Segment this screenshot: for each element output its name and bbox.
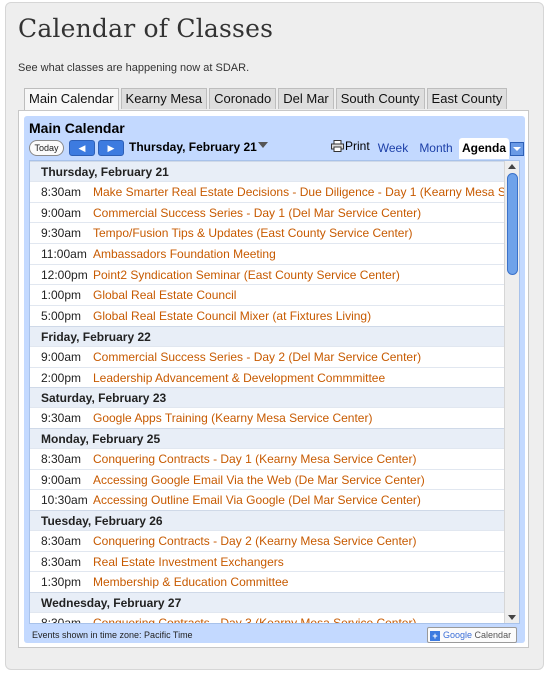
view-tab-month[interactable]: Month bbox=[416, 138, 456, 159]
event-time: 9:30am bbox=[41, 226, 82, 241]
timezone-note: Events shown in time zone: Pacific Time bbox=[32, 630, 193, 640]
event-time: 8:30am bbox=[41, 616, 82, 624]
event-title-link[interactable]: Conquering Contracts - Day 1 (Kearny Mes… bbox=[93, 449, 416, 469]
event-row[interactable]: 9:00am Commercial Success Series - Day 1 … bbox=[30, 201, 519, 223]
printer-icon bbox=[331, 140, 344, 152]
agenda-list[interactable]: Thursday, February 21 8:30am Make Smarter … bbox=[29, 160, 520, 624]
tab-del-mar[interactable]: Del Mar bbox=[278, 88, 334, 109]
event-title-link[interactable]: Commercial Success Series - Day 1 (Del M… bbox=[93, 203, 421, 223]
next-button[interactable]: ▶ bbox=[98, 140, 124, 156]
event-title-link[interactable]: Leadership Advancement & Development Com… bbox=[93, 368, 385, 388]
event-row[interactable]: 8:30am Make Smarter Real Estate Decisions… bbox=[30, 181, 519, 202]
view-tab-agenda[interactable]: Agenda bbox=[459, 138, 509, 159]
event-row[interactable]: 2:00pm Leadership Advancement & Developme… bbox=[30, 366, 519, 388]
print-button[interactable]: Print bbox=[331, 139, 370, 153]
tab-south-county[interactable]: South County bbox=[335, 88, 425, 109]
agenda-content: Thursday, February 21 8:30am Make Smarter … bbox=[30, 161, 519, 624]
day-header: Thursday, February 21 bbox=[30, 161, 519, 181]
event-row[interactable]: 8:30am Conquering Contracts - Day 3 (Kear… bbox=[30, 612, 519, 624]
current-date: Thursday, February 21 bbox=[129, 140, 257, 154]
event-time: 9:00am bbox=[41, 472, 82, 487]
scroll-thumb[interactable] bbox=[507, 173, 518, 275]
event-row[interactable]: 1:00pm Global Real Estate Council bbox=[30, 284, 519, 305]
event-title-link[interactable]: Point2 Syndication Seminar (East County … bbox=[93, 265, 400, 285]
event-row[interactable]: 10:30am Accessing Outline Email Via Googl… bbox=[30, 489, 519, 510]
tab-coronado[interactable]: Coronado bbox=[209, 88, 277, 109]
event-title-link[interactable]: Real Estate Investment Exchangers bbox=[93, 552, 284, 572]
event-row[interactable]: 12:00pm Point2 Syndication Seminar (East … bbox=[30, 263, 519, 285]
event-title-link[interactable]: Make Smarter Real Estate Decisions - Due… bbox=[93, 182, 513, 202]
event-time: 9:00am bbox=[41, 349, 82, 364]
agenda-scrollbar[interactable] bbox=[504, 161, 519, 623]
event-title-link[interactable]: Conquering Contracts - Day 3 (Kearny Mes… bbox=[93, 613, 416, 623]
date-picker-dropdown-icon[interactable] bbox=[258, 142, 268, 148]
google-logo: Google bbox=[443, 630, 473, 640]
day-header: Wednesday, February 27 bbox=[30, 592, 519, 612]
event-time: 8:30am bbox=[41, 533, 82, 548]
calendar-frame: Main Calendar Today ◀ ▶ Thursday, Februa… bbox=[24, 116, 525, 643]
event-title-link[interactable]: Accessing Outline Email Via Google (Del … bbox=[93, 490, 421, 510]
event-row[interactable]: 11:00am Ambassadors Foundation Meeting bbox=[30, 243, 519, 264]
event-title-link[interactable]: Google Apps Training (Kearny Mesa Servic… bbox=[93, 408, 372, 428]
view-menu-dropdown-icon[interactable] bbox=[510, 142, 524, 156]
event-time: 10:30am bbox=[41, 493, 88, 508]
print-label: Print bbox=[345, 139, 370, 153]
event-title-link[interactable]: Global Real Estate Council bbox=[93, 285, 236, 305]
event-time: 1:30pm bbox=[41, 575, 82, 590]
event-time: 8:30am bbox=[41, 554, 82, 569]
page-subtitle: See what classes are happening now at SD… bbox=[18, 62, 250, 74]
event-title-link[interactable]: Tempo/Fusion Tips & Updates (East County… bbox=[93, 223, 412, 243]
prev-button[interactable]: ◀ bbox=[69, 140, 95, 156]
event-time: 9:00am bbox=[41, 205, 82, 220]
google-calendar-label: Calendar bbox=[474, 630, 512, 640]
google-calendar-button[interactable]: + Google Calendar bbox=[427, 627, 517, 643]
calendar-title: Main Calendar bbox=[29, 120, 125, 136]
today-button[interactable]: Today bbox=[29, 140, 64, 156]
day-header: Saturday, February 23 bbox=[30, 387, 519, 408]
event-title-link[interactable]: Commercial Success Series - Day 2 (Del M… bbox=[93, 347, 421, 367]
event-time: 8:30am bbox=[41, 451, 82, 466]
event-row[interactable]: 1:30pm Membership & Education Committee bbox=[30, 571, 519, 592]
event-time: 12:00pm bbox=[41, 267, 88, 282]
event-row[interactable]: 9:00am Accessing Google Email Via the Web… bbox=[30, 468, 519, 490]
event-title-link[interactable]: Membership & Education Committee bbox=[93, 572, 288, 592]
view-tab-week[interactable]: Week bbox=[373, 138, 413, 159]
day-header: Monday, February 25 bbox=[30, 427, 519, 448]
day-header: Friday, February 22 bbox=[30, 325, 519, 346]
event-time: 8:30am bbox=[41, 185, 82, 199]
tab-kearny-mesa[interactable]: Kearny Mesa bbox=[120, 88, 208, 109]
plus-icon: + bbox=[430, 631, 440, 641]
day-header: Tuesday, February 26 bbox=[30, 509, 519, 530]
event-row[interactable]: 8:30am Real Estate Investment Exchangers bbox=[30, 550, 519, 572]
event-time: 9:30am bbox=[41, 411, 82, 426]
event-title-link[interactable]: Accessing Google Email Via the Web (De M… bbox=[93, 470, 425, 490]
event-title-link[interactable]: Global Real Estate Council Mixer (at Fix… bbox=[93, 306, 371, 326]
calendar-tabs: Main Calendar Kearny Mesa Coronado Del M… bbox=[24, 88, 509, 111]
calendar-widget: Main Calendar Today ◀ ▶ Thursday, Februa… bbox=[18, 110, 529, 648]
event-row[interactable]: 9:30am Tempo/Fusion Tips & Updates (East … bbox=[30, 222, 519, 243]
scroll-up-arrow-icon[interactable] bbox=[508, 164, 516, 169]
event-row[interactable]: 9:00am Commercial Success Series - Day 2 … bbox=[30, 345, 519, 367]
event-row[interactable]: 5:00pm Global Real Estate Council Mixer (… bbox=[30, 305, 519, 326]
event-title-link[interactable]: Conquering Contracts - Day 2 (Kearny Mes… bbox=[93, 531, 416, 551]
scroll-down-arrow-icon[interactable] bbox=[508, 615, 516, 620]
event-time: 11:00am bbox=[41, 247, 87, 262]
event-time: 2:00pm bbox=[41, 370, 82, 385]
event-row[interactable]: 8:30am Conquering Contracts - Day 1 (Kear… bbox=[30, 447, 519, 469]
page-title: Calendar of Classes bbox=[18, 14, 274, 43]
event-title-link[interactable]: Ambassadors Foundation Meeting bbox=[93, 244, 276, 264]
tab-east-county[interactable]: East County bbox=[426, 88, 508, 109]
event-time: 5:00pm bbox=[41, 309, 82, 324]
tab-main-calendar[interactable]: Main Calendar bbox=[24, 88, 119, 111]
event-row[interactable]: 9:30am Google Apps Training (Kearny Mesa … bbox=[30, 407, 519, 428]
event-time: 1:00pm bbox=[41, 288, 82, 303]
event-row[interactable]: 8:30am Conquering Contracts - Day 2 (Kear… bbox=[30, 529, 519, 551]
